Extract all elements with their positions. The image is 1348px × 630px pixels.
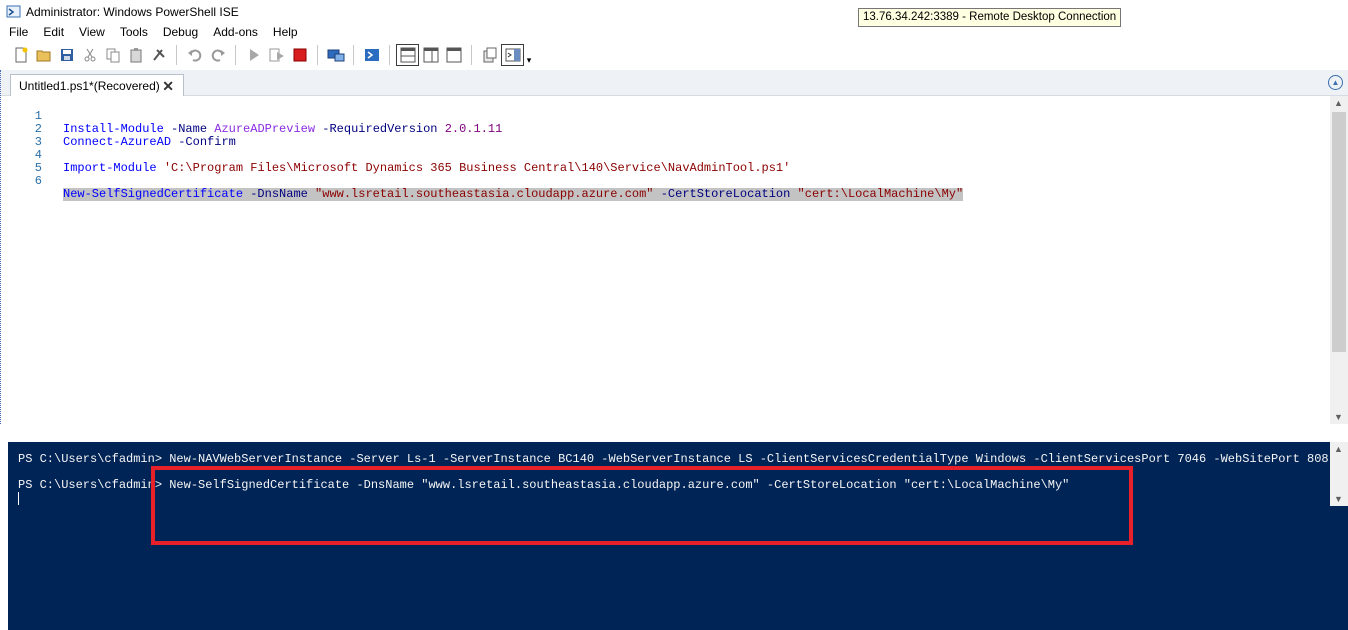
argument: AzureADPreview <box>214 122 316 136</box>
code-line: 5 <box>8 149 42 175</box>
copy-icon[interactable] <box>101 44 124 66</box>
toolbar-separator <box>317 45 318 65</box>
paste-icon[interactable] <box>124 44 147 66</box>
cmdlet: Install-Module <box>63 122 164 136</box>
collapse-script-pane-icon[interactable]: ▲ <box>1328 75 1343 90</box>
tab-close-icon[interactable]: ✕ <box>162 78 174 95</box>
menu-bar: File Edit View Tools Debug Add-ons Help <box>0 24 304 42</box>
menu-file[interactable]: File <box>0 24 34 42</box>
run-icon[interactable] <box>242 44 265 66</box>
cmdlet: Import-Module <box>63 161 157 175</box>
save-icon[interactable] <box>55 44 78 66</box>
toolbar-overflow-icon[interactable]: ▾ <box>524 44 534 66</box>
pane-border <box>0 70 7 440</box>
remote-desktop-tooltip: 13.76.34.242:3389 - Remote Desktop Conne… <box>858 8 1122 27</box>
run-selection-icon[interactable] <box>265 44 288 66</box>
string: "www.lsretail.southeastasia.cloudapp.azu… <box>315 187 654 201</box>
open-folder-icon[interactable] <box>32 44 55 66</box>
show-script-top-icon[interactable] <box>396 44 419 66</box>
powershell-ise-icon <box>6 5 21 18</box>
show-script-max-icon[interactable] <box>442 44 465 66</box>
script-editor[interactable]: 1 Install-Module -Name AzureADPreview -R… <box>8 96 1330 424</box>
toolbar-separator <box>471 45 472 65</box>
toolbar-separator <box>176 45 177 65</box>
clear-icon[interactable] <box>147 44 170 66</box>
toolbar-separator <box>353 45 354 65</box>
stop-icon[interactable] <box>288 44 311 66</box>
parameter: -Confirm <box>171 135 236 149</box>
new-file-icon[interactable] <box>9 44 32 66</box>
toolbar: ▾ <box>0 42 1348 68</box>
show-script-right-icon[interactable] <box>419 44 442 66</box>
menu-tools[interactable]: Tools <box>111 24 154 42</box>
annotation-highlight-box <box>151 466 1133 545</box>
line-number: 6 <box>34 174 42 188</box>
menu-view[interactable]: View <box>70 24 111 42</box>
scroll-down-icon[interactable]: ▼ <box>1334 412 1343 422</box>
window-title: Administrator: Windows PowerShell ISE <box>26 5 239 19</box>
scroll-up-icon[interactable]: ▲ <box>1334 444 1343 454</box>
parameter: -CertStoreLocation <box>653 187 798 201</box>
scroll-up-icon[interactable]: ▲ <box>1334 98 1343 108</box>
parameter: -RequiredVersion <box>315 122 445 136</box>
console-scrollbar[interactable]: ▲ ▼ <box>1330 442 1348 506</box>
number: 2.0.1.11 <box>444 122 503 136</box>
parameter: -Name <box>163 122 215 136</box>
powershell-console-icon[interactable] <box>360 44 383 66</box>
tab-label: Untitled1.ps1*(Recovered) <box>19 79 160 93</box>
code-line: 3 <box>8 123 42 149</box>
string: "cert:\LocalMachine\My" <box>797 187 964 201</box>
scroll-down-icon[interactable]: ▼ <box>1334 494 1343 504</box>
string: 'C:\Program Files\Microsoft Dynamics 365… <box>163 161 791 175</box>
code-line: 1 Install-Module -Name AzureADPreview -R… <box>8 97 503 136</box>
console-caret <box>18 492 19 505</box>
scroll-thumb[interactable] <box>1332 112 1346 352</box>
toolbar-separator <box>389 45 390 65</box>
editor-scrollbar[interactable]: ▲ ▼ <box>1330 96 1348 424</box>
code-line: 4 Import-Module 'C:\Program Files\Micros… <box>8 136 791 175</box>
cut-icon[interactable] <box>78 44 101 66</box>
remote-powershell-icon[interactable] <box>324 44 347 66</box>
code-line: 6 New-SelfSignedCertificate -DnsName "ww… <box>8 162 964 201</box>
cmdlet: Connect-AzureAD <box>63 135 172 149</box>
undo-icon[interactable] <box>183 44 206 66</box>
tab-strip: Untitled1.ps1*(Recovered) ✕ ▲ <box>0 70 1348 97</box>
menu-addons[interactable]: Add-ons <box>204 24 264 42</box>
console-output-line: PS C:\Users\cfadmin> New-NAVWebServerIns… <box>18 452 1329 466</box>
parameter: -DnsName <box>243 187 316 201</box>
command-addon-icon[interactable] <box>501 44 524 66</box>
selected-code: New-SelfSignedCertificate -DnsName "www.… <box>63 187 964 201</box>
pane-splitter[interactable] <box>0 424 1348 442</box>
title-bar: Administrator: Windows PowerShell ISE <box>0 0 1348 24</box>
cmdlet: New-SelfSignedCertificate <box>63 187 244 201</box>
menu-debug[interactable]: Debug <box>154 24 204 42</box>
menu-help[interactable]: Help <box>264 24 304 42</box>
tab-untitled1[interactable]: Untitled1.ps1*(Recovered) ✕ <box>10 74 184 97</box>
toolbar-separator <box>235 45 236 65</box>
menu-edit[interactable]: Edit <box>34 24 70 42</box>
code-line: 2 Connect-AzureAD -Confirm <box>8 110 236 149</box>
redo-icon[interactable] <box>206 44 229 66</box>
snippets-icon[interactable] <box>478 44 501 66</box>
